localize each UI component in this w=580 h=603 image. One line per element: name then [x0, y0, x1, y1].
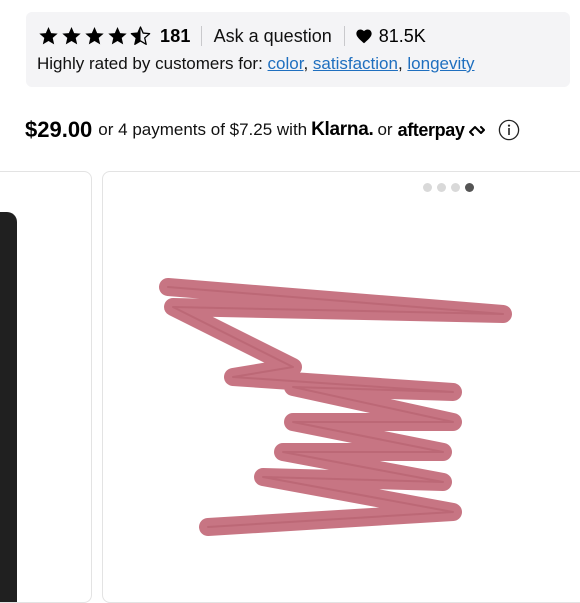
- highlights-row: Highly rated by customers for: color, sa…: [37, 54, 475, 74]
- info-icon[interactable]: [498, 119, 520, 141]
- star-icon: [39, 27, 58, 45]
- price-row: $29.00 or 4 payments of $7.25 with Klarn…: [25, 113, 520, 147]
- divider: [200, 26, 202, 46]
- heart-icon[interactable]: [355, 28, 373, 44]
- product-image-card-prev[interactable]: [0, 171, 92, 603]
- or-text: or: [377, 120, 393, 139]
- loves-count: 81.5K: [378, 25, 426, 46]
- tag-separator: ,: [397, 54, 408, 73]
- afterpay-logo[interactable]: afterpay: [398, 120, 465, 141]
- carousel-dot-active[interactable]: [465, 183, 474, 192]
- product-image-card-active[interactable]: [102, 171, 580, 603]
- star-icon: [85, 27, 104, 45]
- ask-question-link[interactable]: Ask a question: [214, 26, 332, 47]
- price: $29.00: [25, 117, 93, 142]
- carousel-dots: [423, 183, 474, 192]
- highlight-tag-color[interactable]: color: [268, 54, 304, 73]
- star-icon: [108, 27, 127, 45]
- lip-liner-swatch-image: [159, 278, 512, 536]
- afterpay-loop-icon: [469, 126, 486, 136]
- carousel-dot[interactable]: [423, 183, 432, 192]
- highlights-label: Highly rated by customers for:: [37, 54, 268, 73]
- carousel-dot[interactable]: [451, 183, 460, 192]
- star-icon: [62, 27, 81, 45]
- review-summary-box: 181 Ask a question 81.5K Highly rated by…: [26, 12, 570, 87]
- review-count[interactable]: 181: [160, 26, 191, 47]
- pencil-image: [0, 212, 17, 602]
- klarna-logo[interactable]: Klarna.: [311, 119, 374, 141]
- highlight-tag-satisfaction[interactable]: satisfaction: [313, 54, 398, 73]
- carousel-dot[interactable]: [437, 183, 446, 192]
- tag-separator: ,: [303, 54, 313, 73]
- half-star-icon: [130, 26, 151, 45]
- star-rating[interactable]: [37, 25, 152, 47]
- highlight-tag-longevity[interactable]: longevity: [407, 54, 474, 73]
- installment-text: or 4 payments of $7.25 with: [98, 120, 308, 139]
- divider: [343, 26, 345, 46]
- rating-row: 181 Ask a question 81.5K: [37, 24, 426, 48]
